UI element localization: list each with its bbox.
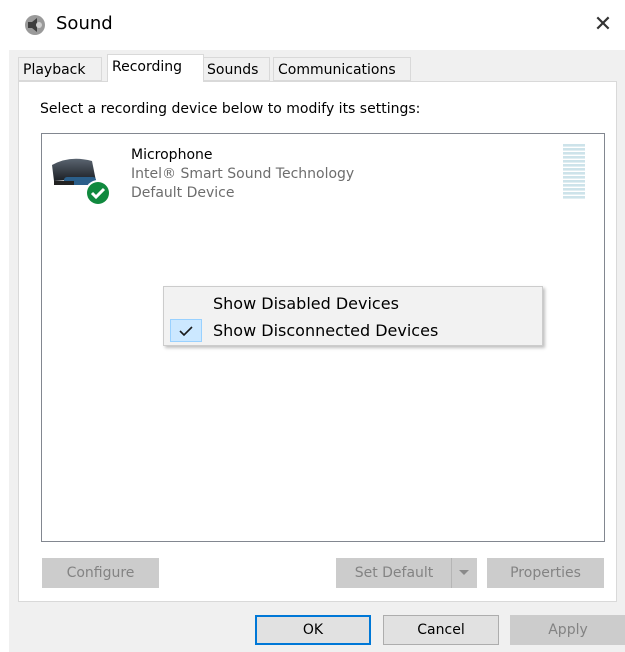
device-status: Default Device xyxy=(131,185,235,201)
set-default-button[interactable]: Set Default xyxy=(336,558,452,588)
menu-item-show-disabled[interactable]: Show Disabled Devices xyxy=(165,290,541,317)
default-check-icon xyxy=(85,180,111,206)
configure-button[interactable]: Configure xyxy=(42,558,159,588)
menu-item-label: Show Disabled Devices xyxy=(213,294,399,313)
chevron-down-icon xyxy=(459,570,469,575)
window-title: Sound xyxy=(56,13,113,34)
apply-button[interactable]: Apply xyxy=(510,615,625,645)
level-meter-segment xyxy=(563,152,585,155)
level-meter-segment xyxy=(563,164,585,167)
microphone-icon xyxy=(52,158,111,206)
close-icon: ✕ xyxy=(593,12,613,37)
title-bar: Sound ✕ xyxy=(0,0,625,50)
ok-button[interactable]: OK xyxy=(255,615,371,645)
level-meter-segment xyxy=(563,168,585,171)
level-meter-segment xyxy=(563,176,585,179)
device-name: Microphone xyxy=(131,147,213,163)
set-default-dropdown[interactable] xyxy=(451,558,477,588)
level-meter-segment xyxy=(563,192,585,195)
level-meter-segment xyxy=(563,144,585,147)
checkmark-icon xyxy=(179,326,193,337)
context-menu: Show Disabled Devices Show Disconnected … xyxy=(163,286,543,346)
level-meter-segment xyxy=(563,160,585,163)
level-meter-segment xyxy=(563,148,585,151)
tab-playback[interactable]: Playback xyxy=(18,57,102,81)
instruction-text: Select a recording device below to modif… xyxy=(40,101,421,117)
level-meter xyxy=(563,144,585,199)
sound-dialog: Sound ✕ Playback Recording Sounds Commun… xyxy=(0,0,625,652)
level-meter-segment xyxy=(563,184,585,187)
tab-recording[interactable]: Recording xyxy=(107,54,204,82)
level-meter-segment xyxy=(563,156,585,159)
close-button[interactable]: ✕ xyxy=(585,8,621,42)
cancel-button[interactable]: Cancel xyxy=(383,615,499,645)
speaker-icon xyxy=(25,15,45,35)
tab-sounds[interactable]: Sounds xyxy=(202,57,270,81)
level-meter-segment xyxy=(563,188,585,191)
properties-button[interactable]: Properties xyxy=(487,558,604,588)
menu-item-label: Show Disconnected Devices xyxy=(213,321,439,340)
level-meter-segment xyxy=(563,196,585,199)
level-meter-segment xyxy=(563,180,585,183)
menu-item-show-disconnected[interactable]: Show Disconnected Devices xyxy=(165,317,541,344)
level-meter-segment xyxy=(563,172,585,175)
check-highlight xyxy=(170,319,202,342)
device-driver: Intel® Smart Sound Technology xyxy=(131,166,355,182)
tab-communications[interactable]: Communications xyxy=(273,57,411,81)
